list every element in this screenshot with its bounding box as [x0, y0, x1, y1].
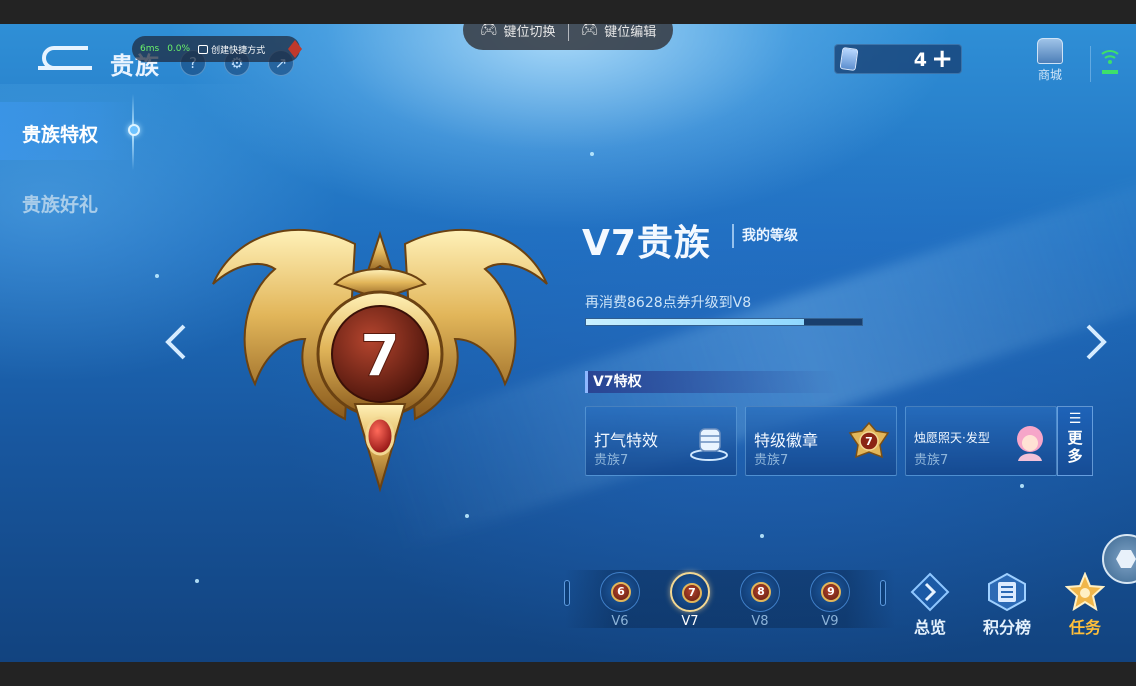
shop-icon — [1037, 38, 1063, 64]
level-tab-v7[interactable]: 7 V7 — [669, 572, 711, 629]
privilege-card-name: 烛愿照天·发型 — [914, 431, 990, 445]
shop-label: 商城 — [1037, 68, 1062, 82]
overview-label: 总览 — [913, 618, 946, 637]
leaderboard-label: 积分榜 — [982, 618, 1031, 637]
badge-number: 7 — [865, 435, 873, 448]
level-tab-label: V7 — [681, 614, 699, 629]
game-screen: 贵族 ? ⚙ ↗ 6ms 0.0% 创建快捷方式 🎮︎ 键位切换 🎮︎ 键位编辑… — [0, 24, 1136, 662]
privileges-header: V7特权 — [585, 371, 839, 393]
task-label: 任务 — [1068, 618, 1101, 637]
task-star-icon — [1064, 571, 1106, 612]
level-badge-icon: 8 — [751, 582, 771, 602]
privilege-card-name: 打气特效 — [594, 431, 659, 450]
my-level-link[interactable]: 我的等级 — [732, 224, 798, 248]
privilege-card-name: 特级徽章 — [754, 431, 819, 450]
sidebar-indicator-dot — [128, 124, 140, 136]
create-shortcut-label: 创建快捷方式 — [211, 45, 266, 56]
badge-icon: 7 — [848, 421, 890, 459]
sidebar-item-noble-privileges[interactable]: 贵族特权 — [22, 120, 98, 147]
level-badge-icon: 9 — [821, 582, 841, 602]
task-button[interactable]: 任务 — [1055, 571, 1115, 638]
level-tab-v9[interactable]: 9 V9 — [809, 572, 851, 629]
more-label: 更多 — [1067, 429, 1083, 465]
overview-icon — [910, 572, 950, 612]
level-tab-label: V9 — [821, 614, 839, 629]
keymap-bar: 🎮︎ 键位切换 🎮︎ 键位编辑 — [463, 24, 673, 50]
leaderboard-button[interactable]: 积分榜 — [977, 572, 1037, 638]
level-tab-label: V6 — [611, 614, 629, 629]
privilege-card-sub: 贵族7 — [754, 453, 789, 468]
gamepad-icon: 🎮︎ — [479, 24, 498, 38]
overlay-badge-icon — [288, 40, 302, 58]
upgrade-progress-fill — [586, 319, 805, 325]
level-tab-v8[interactable]: 8 V8 — [739, 572, 781, 629]
level-scroll-right[interactable] — [880, 580, 886, 606]
level-tab-v6[interactable]: 6 V6 — [599, 572, 641, 629]
ticket-icon — [839, 46, 859, 72]
privilege-card[interactable]: 特级徽章 贵族7 7 — [745, 406, 897, 476]
hexagon-icon — [1116, 550, 1136, 568]
loss-value: 0.0% — [167, 44, 191, 54]
add-ticket-button[interactable]: + — [931, 45, 953, 73]
key-edit-button[interactable]: 🎮︎ 键位编辑 — [569, 24, 669, 40]
wifi-icon — [1101, 50, 1119, 74]
level-badge-icon: 7 — [682, 583, 702, 603]
overview-button[interactable]: 总览 — [900, 572, 960, 638]
key-switch-button[interactable]: 🎮︎ 键位切换 — [468, 24, 568, 40]
fist-icon — [690, 428, 728, 461]
level-tab-label: V8 — [751, 614, 769, 629]
level-title: V7贵族 — [582, 223, 711, 264]
shop-button[interactable]: 商城 — [1032, 38, 1068, 86]
shortcut-icon — [198, 44, 209, 54]
privilege-card-sub: 贵族7 — [594, 453, 629, 468]
ticket-counter: 4 + — [834, 44, 962, 74]
noble-emblem: 7 — [212, 229, 548, 493]
latency-value: 6ms — [140, 44, 160, 54]
upgrade-hint: 再消费8628点券升级到V8 — [585, 295, 752, 311]
key-edit-label: 键位编辑 — [604, 24, 657, 40]
leaderboard-icon — [988, 572, 1026, 612]
sidebar-item-noble-gifts[interactable]: 贵族好礼 — [22, 190, 98, 217]
privilege-card-sub: 贵族7 — [914, 453, 949, 468]
level-badge-icon: 6 — [611, 582, 631, 602]
hero-avatar-icon — [1017, 426, 1043, 461]
next-level-arrow-icon[interactable] — [1082, 322, 1110, 362]
list-icon: ☰ — [1068, 411, 1082, 427]
privilege-card[interactable]: 打气特效 贵族7 — [585, 406, 737, 476]
window-bottom-bar — [0, 662, 1136, 686]
key-switch-label: 键位切换 — [503, 24, 556, 40]
ticket-count: 4 — [913, 49, 927, 71]
divider — [1090, 46, 1091, 82]
window-top-bar — [0, 0, 1136, 24]
gamepad-icon: 🎮︎ — [580, 24, 599, 38]
perf-overlay: 6ms 0.0% 创建快捷方式 — [132, 36, 302, 62]
upgrade-progress-bar — [585, 318, 863, 326]
more-privileges-button[interactable]: ☰ 更多 — [1057, 406, 1093, 476]
prev-level-arrow-icon[interactable] — [162, 322, 190, 362]
privilege-card[interactable]: 烛愿照天·发型 贵族7 — [905, 406, 1057, 476]
emblem-number: 7 — [360, 322, 400, 390]
create-shortcut-button[interactable]: 创建快捷方式 — [198, 43, 265, 56]
level-scroll-left[interactable] — [564, 580, 570, 606]
back-icon[interactable] — [34, 44, 94, 72]
